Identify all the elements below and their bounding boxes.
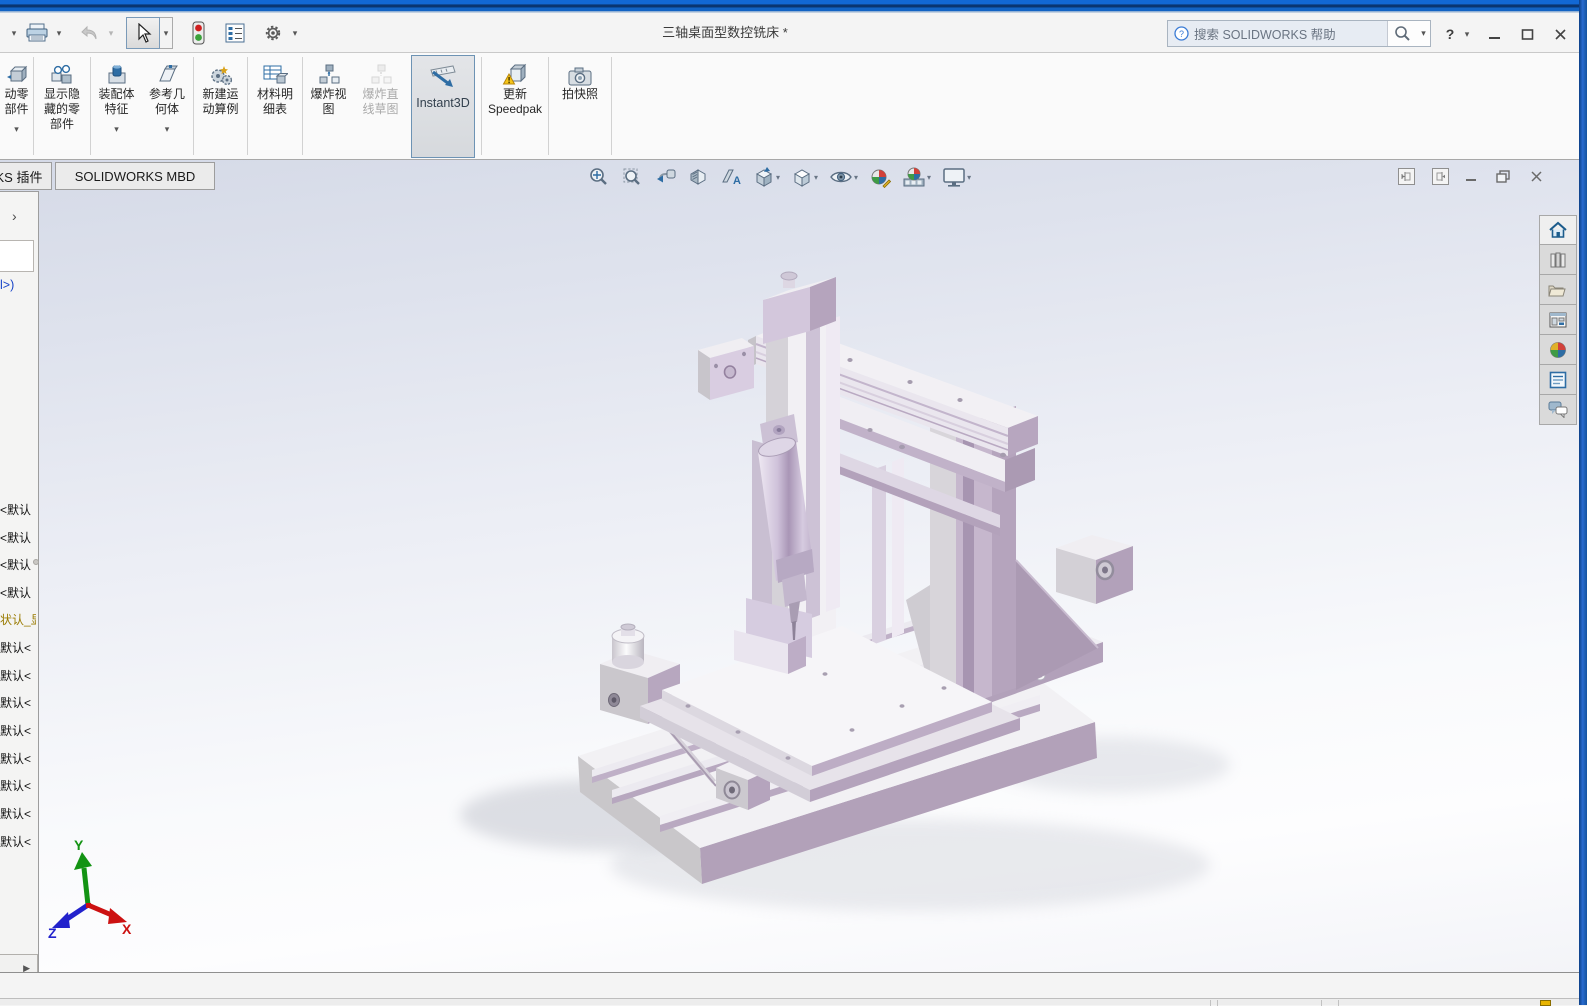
gear-icon[interactable] [259, 18, 287, 48]
svg-text:X: X [122, 921, 132, 937]
minimize-button[interactable] [1482, 23, 1506, 45]
undo-icon [74, 18, 104, 48]
task-pane-home-button[interactable] [1539, 215, 1577, 245]
bottom-status-strip [0, 998, 1587, 1005]
exploded-view-icon [316, 61, 342, 87]
task-pane-custom-properties-button[interactable] [1539, 365, 1577, 395]
assembly-features-icon [105, 61, 129, 87]
qat-overflow-caret-icon[interactable] [6, 18, 22, 48]
title-bar: 三轴桌面型数控铣床 * ? 搜索 SOLIDWORKS 帮助 ? [0, 13, 1587, 53]
search-caret-icon[interactable] [1417, 21, 1430, 46]
cnc-machine-3d-model[interactable]: Y Z X [0, 160, 1587, 972]
ribbon-show-hidden-components-button[interactable]: 显示隐藏的零部件 [35, 53, 89, 160]
window-top-accent [0, 0, 1587, 13]
ribbon-exploded-view-button[interactable]: 爆炸视图 [304, 53, 353, 160]
desktop-edge-strip [1579, 0, 1587, 1005]
select-tool-button[interactable] [126, 17, 160, 49]
instant3d-icon [427, 64, 459, 90]
gear-caret-icon[interactable] [287, 18, 303, 48]
status-bar [0, 972, 1587, 998]
help-circle-icon: ? [1174, 26, 1189, 41]
update-speedpak-icon [502, 61, 528, 87]
ribbon-update-speedpak-button[interactable]: 更新Speedpak [484, 53, 546, 160]
search-input[interactable]: ? 搜索 SOLIDWORKS 帮助 [1168, 21, 1387, 46]
rebuild-traffic-light-icon[interactable] [185, 18, 211, 48]
printer-caret-icon[interactable] [52, 18, 66, 48]
help-caret-icon[interactable] [1461, 23, 1473, 45]
ribbon-instant3d-button[interactable]: Instant3D [411, 55, 475, 158]
document-title: 三轴桌面型数控铣床 * [560, 13, 890, 53]
ribbon-explode-line-sketch-button: 爆炸直线草图 [354, 53, 407, 160]
ribbon-bill-of-materials-button[interactable]: 材料明细表 [249, 53, 301, 160]
command-manager-ribbon: 动零部件 显示隐藏的零部件 装配体特征 参考几何体 新建运动算例 材料明细表 [0, 53, 1587, 160]
bill-of-materials-icon [262, 61, 288, 87]
select-tool-caret-icon[interactable] [160, 17, 173, 49]
task-pane-view-palette-button[interactable] [1539, 305, 1577, 335]
help-button[interactable]: ? [1441, 23, 1459, 45]
svg-text:?: ? [1179, 29, 1184, 39]
reference-geometry-icon [155, 61, 179, 87]
task-pane-appearances-button[interactable] [1539, 335, 1577, 365]
move-component-caret-icon[interactable] [14, 119, 19, 137]
snapshot-camera-icon [567, 61, 593, 87]
close-button[interactable] [1548, 23, 1572, 45]
ribbon-assembly-features-button[interactable]: 装配体特征 [92, 53, 141, 160]
quick-access-toolbar [0, 13, 303, 53]
task-pane-tabs [1539, 215, 1577, 425]
maximize-button[interactable] [1515, 23, 1539, 45]
graphics-area[interactable]: KS 插件 SOLIDWORKS MBD A ▾ ▾ ▾ ▾ ▾ › l>) <… [0, 160, 1587, 972]
search-magnifier-icon[interactable] [1387, 21, 1417, 46]
properties-list-icon[interactable] [221, 18, 249, 48]
status-strip-icon [1540, 1000, 1551, 1006]
solidworks-search[interactable]: ? 搜索 SOLIDWORKS 帮助 [1167, 20, 1431, 47]
search-placeholder: 搜索 SOLIDWORKS 帮助 [1194, 24, 1336, 43]
ribbon-new-motion-study-button[interactable]: 新建运动算例 [195, 53, 246, 160]
assembly-features-caret-icon[interactable] [114, 119, 119, 137]
reference-triad: Y Z X [48, 837, 132, 941]
svg-text:Y: Y [74, 837, 84, 853]
svg-text:Z: Z [48, 925, 57, 941]
undo-caret-icon [104, 18, 118, 48]
task-pane-design-library-button[interactable] [1539, 245, 1577, 275]
printer-icon[interactable] [22, 18, 52, 48]
ribbon-reference-geometry-button[interactable]: 参考几何体 [142, 53, 192, 160]
show-hidden-components-icon [49, 61, 75, 87]
ribbon-snapshot-button[interactable]: 拍快照 [551, 53, 609, 160]
task-pane-forum-button[interactable] [1539, 395, 1577, 425]
reference-geometry-caret-icon[interactable] [165, 119, 170, 137]
ribbon-move-component-button[interactable]: 动零部件 [0, 53, 33, 160]
task-pane-file-explorer-button[interactable] [1539, 275, 1577, 305]
new-motion-study-icon [208, 61, 234, 87]
move-component-icon [5, 61, 29, 87]
explode-line-sketch-icon [368, 61, 394, 87]
